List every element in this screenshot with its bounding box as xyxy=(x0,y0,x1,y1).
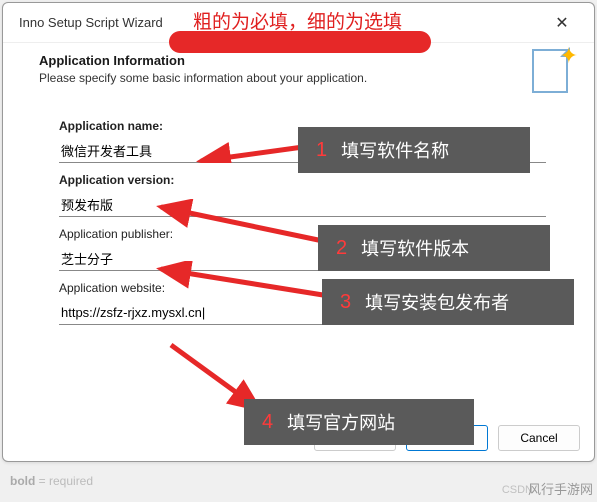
cancel-button[interactable]: Cancel xyxy=(498,425,580,451)
close-icon[interactable]: ✕ xyxy=(542,8,582,38)
instruction-note: 粗的为必填，细的为选填 xyxy=(193,7,402,34)
callout-4: 4 填写官方网站 xyxy=(244,399,474,445)
star-icon: ✦ xyxy=(560,43,578,69)
callout-1-text: 填写软件名称 xyxy=(341,137,449,163)
callout-4-text: 填写官方网站 xyxy=(287,409,395,435)
section-title: Application Information xyxy=(39,53,558,68)
callout-3: 3 填写安装包发布者 xyxy=(322,279,574,325)
arrow-3-icon xyxy=(153,261,333,301)
callout-4-num: 4 xyxy=(262,411,273,434)
window-title: Inno Setup Script Wizard xyxy=(19,15,163,30)
bold-word: bold xyxy=(10,474,35,488)
red-underline-bar xyxy=(169,31,431,53)
callout-2: 2 填写软件版本 xyxy=(318,225,550,271)
watermark-text: 风行手游网 xyxy=(528,479,593,498)
wizard-dialog: Inno Setup Script Wizard ✕ 粗的为必填，细的为选填 A… xyxy=(2,2,595,462)
arrow-1-icon xyxy=(193,133,313,163)
bold-required-note: bold = required xyxy=(10,474,93,488)
arrow-2-icon xyxy=(153,199,333,249)
callout-3-num: 3 xyxy=(340,291,351,314)
callout-1-num: 1 xyxy=(316,139,327,162)
section-subtitle: Please specify some basic information ab… xyxy=(39,71,558,85)
required-word: = required xyxy=(35,474,93,488)
callout-2-num: 2 xyxy=(336,237,347,260)
app-version-label: Application version: xyxy=(59,173,546,187)
callout-1: 1 填写软件名称 xyxy=(298,127,530,173)
callout-3-text: 填写安装包发布者 xyxy=(365,289,509,315)
callout-2-text: 填写软件版本 xyxy=(361,235,469,261)
